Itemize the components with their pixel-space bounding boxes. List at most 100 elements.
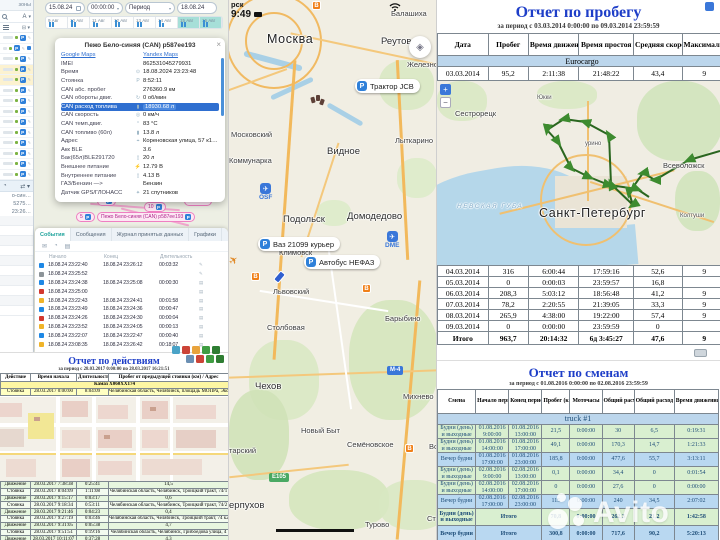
event-action-icon[interactable]: ▤	[199, 298, 203, 304]
timeline-day[interactable]: 14 Авг	[156, 17, 178, 28]
marker-cluster[interactable]	[310, 95, 325, 111]
events-tab[interactable]: Сообщения	[71, 228, 112, 241]
timeline-day[interactable]: 16 Авг	[200, 17, 222, 28]
event-action-icon[interactable]: ▤	[199, 333, 203, 339]
vehicle-filter-icon[interactable]: ⊟ ▾	[22, 25, 30, 31]
event-row[interactable]: 18.08.24 23:25:00 ▤	[35, 287, 228, 296]
sidebar-vehicle-item[interactable]: ✎	[0, 96, 33, 107]
edit-icon[interactable]: ✎	[28, 67, 31, 72]
export-xls-icon[interactable]	[206, 355, 214, 363]
edit-icon[interactable]: ✎	[22, 46, 25, 51]
event-row[interactable]: 18.08.24 23:23:52 18.08.24 23:24:05 00:0…	[35, 323, 228, 332]
vehicle-marker[interactable]: Трактор JCB	[355, 79, 420, 93]
sidebar-vehicle-item[interactable]: ✎	[0, 149, 33, 159]
airport-marker[interactable]: OSF	[259, 183, 272, 201]
edit-icon[interactable]: ✎	[28, 35, 31, 40]
events-tab[interactable]: Журнал принятых данных	[112, 228, 190, 241]
event-row[interactable]: 18.08.24 23:22:07 18.08.24 23:22:47 00:0…	[35, 331, 228, 340]
event-row[interactable]: 18.08.24 23:22:43 18.08.24 23:24:41 00:0…	[35, 296, 228, 305]
event-action-icon[interactable]: ▤	[199, 289, 203, 295]
edit-icon[interactable]: ✎	[28, 98, 31, 103]
list-icon[interactable]	[3, 25, 9, 26]
sidebar-vehicle-item[interactable]: ✎	[0, 117, 33, 128]
events-tab[interactable]: Графики	[189, 228, 222, 241]
sidebar-vehicle-item[interactable]: ✎	[0, 128, 33, 138]
car-marker[interactable]	[272, 270, 287, 284]
timeline-day[interactable]: 9 Авг	[46, 17, 68, 28]
event-row[interactable]: 18.08.24 23:22:40 18.08.24 23:26:12 00:0…	[35, 261, 228, 270]
event-action-icon[interactable]: ▤	[199, 324, 203, 330]
timeline-day[interactable]: 13 Авг	[134, 17, 156, 28]
map-badge[interactable]: Пежо Бело-синяя (CAN) p587ee193	[97, 212, 196, 222]
edit-icon[interactable]: ✎	[28, 140, 31, 145]
vehicle-marker[interactable]: Автобус НЕФАЗ	[304, 255, 381, 269]
event-row[interactable]: 18.08.24 23:23:49 18.08.24 23:24:36 00:0…	[35, 305, 228, 314]
sidebar-vehicle-item[interactable]: ✎	[0, 107, 33, 117]
export-xlsx-icon[interactable]	[216, 355, 224, 363]
export-file-icon[interactable]	[202, 346, 210, 354]
timeline-day[interactable]: 12 Авг	[112, 17, 134, 28]
edit-icon[interactable]: ✎	[28, 151, 31, 156]
edit-icon[interactable]: ✎	[28, 130, 31, 135]
timeline-day[interactable]: 10 Авг	[68, 17, 90, 28]
plane-marker[interactable]	[229, 253, 241, 269]
brand-poi-icon[interactable]	[312, 1, 321, 10]
sidebar-vehicle-item[interactable]: ✎	[0, 159, 33, 170]
period-select[interactable]: Период ▾	[125, 2, 175, 14]
event-action-icon[interactable]: ▤	[199, 315, 203, 321]
sidebar-search[interactable]: А ▾	[0, 11, 33, 23]
refresh-icon[interactable]: ◔	[3, 183, 7, 189]
vehicle-marker[interactable]: Ваз 21099 курьер	[258, 237, 341, 251]
zoom-out-button[interactable]: −	[440, 97, 451, 108]
sidebar-vehicle-item[interactable]: ✎	[0, 54, 33, 65]
edit-icon[interactable]: ✎	[28, 109, 31, 114]
yandex-maps-link[interactable]: Yandex Maps	[143, 52, 219, 58]
sidebar-vehicle-item[interactable]: ✎	[0, 170, 33, 180]
sidebar-vehicle-item[interactable]: ✎	[0, 75, 33, 86]
event-action-icon[interactable]: ▤	[199, 280, 203, 286]
edit-icon[interactable]: ✎	[28, 77, 31, 82]
edit-icon[interactable]: ✎	[28, 56, 31, 61]
google-maps-link[interactable]: Google Maps	[61, 52, 133, 58]
date-from-input[interactable]: 15.08.24	[45, 2, 85, 14]
track-icon[interactable]: ⇄ ▾	[20, 183, 30, 190]
sidebar-tab-fragment[interactable]: зоны	[0, 0, 33, 11]
airport-marker[interactable]: DME	[385, 231, 399, 249]
export-file-icon[interactable]	[192, 346, 200, 354]
edit-icon[interactable]: ✎	[28, 172, 31, 177]
export-file-icon[interactable]	[182, 346, 190, 354]
popup-scrollbar[interactable]	[221, 58, 224, 116]
brand-poi-icon[interactable]	[362, 284, 371, 293]
export-file-icon[interactable]	[172, 346, 180, 354]
event-row[interactable]: 18.08.24 23:25:52 ✎	[35, 270, 228, 279]
event-row[interactable]: 18.08.24 23:24:38 18.08.24 23:25:08 00:0…	[35, 279, 228, 288]
sidebar-vehicle-item[interactable]: ✎	[0, 44, 33, 54]
timeline-day[interactable]: 15 Авг	[178, 17, 200, 28]
zoom-in-button[interactable]: +	[440, 84, 451, 95]
timeline-day[interactable]: 11 Авг	[90, 17, 112, 28]
brand-poi-icon[interactable]	[405, 444, 414, 453]
export-pdf-icon[interactable]	[196, 355, 204, 363]
edit-icon[interactable]: ✎	[28, 161, 31, 166]
event-action-icon[interactable]: ✎	[199, 271, 203, 277]
sidebar-vehicle-item[interactable]: ✎	[0, 33, 33, 44]
event-row[interactable]: 18.08.24 23:24:26 18.08.24 23:24:30 00:0…	[35, 314, 228, 323]
edit-icon[interactable]: ✎	[28, 119, 31, 124]
mail-icon[interactable]: ✉	[42, 243, 47, 250]
export-file-icon[interactable]	[212, 346, 220, 354]
brand-poi-icon[interactable]	[251, 272, 260, 281]
edit-icon[interactable]: ✎	[28, 88, 31, 93]
export-doc-icon[interactable]	[186, 355, 194, 363]
sidebar-vehicle-item[interactable]: ✎	[0, 138, 33, 149]
printer-icon[interactable]	[694, 349, 707, 357]
event-action-icon[interactable]: ✎	[199, 262, 203, 268]
sort-letter[interactable]: А	[22, 14, 26, 20]
sidebar-vehicle-item[interactable]: ✎	[0, 86, 33, 96]
event-action-icon[interactable]: ▤	[199, 306, 203, 312]
layers-button[interactable]	[409, 36, 431, 58]
date-to-input[interactable]: 18.08.24	[177, 2, 217, 14]
time-from-input[interactable]: 00:00:00 ▾	[87, 2, 123, 14]
events-tab[interactable]: События	[35, 228, 71, 241]
trash-icon[interactable]: ▤	[65, 243, 71, 250]
close-icon[interactable]	[216, 41, 221, 49]
